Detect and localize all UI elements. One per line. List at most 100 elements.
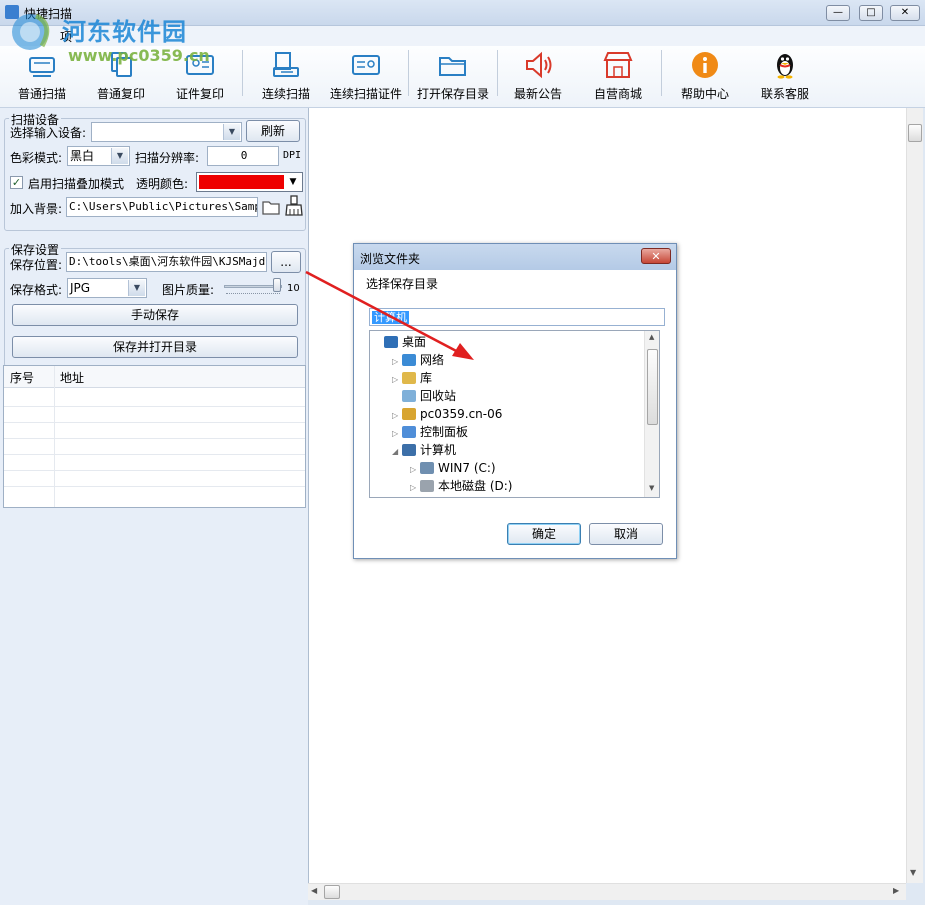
device-select[interactable]: ▼ xyxy=(91,122,242,142)
continuous-scan-icon xyxy=(273,52,299,77)
browse-save-location-button[interactable]: ... xyxy=(271,251,301,273)
selected-folder-input[interactable]: 计算机 xyxy=(369,308,665,326)
column-header-index[interactable]: 序号 xyxy=(10,369,34,386)
device-label: 选择输入设备: xyxy=(10,126,87,140)
browse-folder-icon[interactable] xyxy=(261,197,281,217)
color-mode-label: 色彩模式: xyxy=(10,151,63,165)
dialog-title: 浏览文件夹 xyxy=(360,252,421,266)
column-header-address[interactable]: 地址 xyxy=(60,369,84,386)
resolution-input[interactable]: 0 xyxy=(207,146,279,166)
quality-slider[interactable] xyxy=(224,278,284,298)
toolbar-label: 证件复印 xyxy=(175,87,224,101)
horizontal-scrollbar[interactable]: ◀ ▶ xyxy=(308,883,906,900)
file-table: 序号 地址 xyxy=(3,365,306,508)
save-format-label: 保存格式: xyxy=(10,283,63,297)
overlay-checkbox[interactable]: ✓ xyxy=(10,176,23,189)
folder-tree-item[interactable]: 桌面 xyxy=(372,333,642,351)
cancel-button[interactable]: 取消 xyxy=(589,523,663,545)
browse-folder-dialog: 浏览文件夹 ✕ 选择保存目录 计算机 桌面 ▷ 网络 ▷ 库回收站 ▷ pc0359.cn-… xyxy=(353,243,677,559)
save-and-open-button[interactable]: 保存并打开目录 xyxy=(12,336,298,358)
scroll-thumb[interactable] xyxy=(324,885,340,899)
folder-tree-rows: 桌面 ▷ 网络 ▷ 库回收站 ▷ pc0359.cn-06 ▷ 控制面板 ◢ 计算机 ▷ WIN7 (C… xyxy=(372,333,642,495)
ok-button[interactable]: 确定 xyxy=(507,523,581,545)
folder-tree-item[interactable]: ▷ WIN7 (C:) xyxy=(372,459,642,477)
save-format-select[interactable]: JPG ▼ xyxy=(67,278,147,298)
slider-ticks xyxy=(226,293,280,296)
transparent-color-picker[interactable]: ▼ xyxy=(196,172,303,192)
recycle-bin-icon xyxy=(402,390,416,402)
toolbar-separator xyxy=(497,50,498,96)
save-location-input[interactable]: D:\tools\桌面\河东软件园\KJSMajdj xyxy=(66,252,267,272)
vertical-scrollbar[interactable]: ▼ xyxy=(906,108,923,883)
table-header xyxy=(4,366,305,388)
toolbar-separator xyxy=(661,50,662,96)
background-label: 加入背景: xyxy=(10,202,63,216)
folder-tree-label: 本地磁盘 (D:) xyxy=(438,479,513,493)
scroll-down-arrow-icon[interactable]: ▼ xyxy=(910,868,916,877)
transparent-color-label: 透明颜色: xyxy=(136,177,189,191)
table-row xyxy=(4,406,305,407)
folder-tree-item[interactable]: ▷ 库 xyxy=(372,369,642,387)
scroll-left-arrow-icon[interactable]: ◀ xyxy=(311,886,317,895)
toolbar-button-store[interactable]: 自营商城 xyxy=(588,50,648,106)
folder-tree-label: 库 xyxy=(420,371,433,385)
expand-arrow-icon[interactable]: ▷ xyxy=(410,479,420,497)
slider-thumb[interactable] xyxy=(273,278,281,292)
maximize-button[interactable]: □ xyxy=(859,5,883,21)
toolbar-label: 最新公告 xyxy=(513,87,562,101)
background-path-input[interactable]: C:\Users\Public\Pictures\Sample xyxy=(66,197,258,217)
scroll-thumb[interactable] xyxy=(908,124,922,142)
info-icon xyxy=(692,52,718,78)
save-location-label: 保存位置: xyxy=(10,258,63,272)
table-row xyxy=(4,486,305,487)
refresh-button[interactable]: 刷新 xyxy=(246,120,300,142)
resolution-unit: DPI xyxy=(283,150,302,161)
transparent-color-swatch xyxy=(199,175,284,189)
minimize-button[interactable]: — xyxy=(826,5,850,21)
folder-open-icon xyxy=(439,57,466,76)
folder-tree-item[interactable]: ◢ 计算机 xyxy=(372,441,642,459)
chevron-down-icon: ▼ xyxy=(223,124,240,140)
color-mode-value: 黑白 xyxy=(70,149,95,163)
folder-tree-item[interactable]: ▷ pc0359.cn-06 xyxy=(372,405,642,423)
color-mode-select[interactable]: 黑白 ▼ xyxy=(67,146,130,166)
folder-tree-item[interactable]: 回收站 xyxy=(372,387,642,405)
speaker-icon xyxy=(526,51,552,79)
toolbar-button-continuous-id-scan[interactable]: 连续扫描证件 xyxy=(328,50,404,106)
expand-arrow-icon[interactable]: ◢ xyxy=(392,443,402,461)
folder-tree-label: WIN7 (C:) xyxy=(438,461,496,475)
dialog-close-button[interactable]: ✕ xyxy=(641,248,671,264)
toolbar-button-contact-support[interactable]: 联系客服 xyxy=(755,50,815,106)
scroll-thumb[interactable] xyxy=(647,349,658,425)
selected-folder-text: 计算机 xyxy=(372,311,409,324)
toolbar-label: 普通复印 xyxy=(96,87,145,101)
toolbar-label: 联系客服 xyxy=(760,87,809,101)
continuous-id-scan-icon xyxy=(352,55,380,75)
toolbar-button-help-center[interactable]: 帮助中心 xyxy=(675,50,735,106)
manual-save-button[interactable]: 手动保存 xyxy=(12,304,298,326)
resolution-label: 扫描分辨率: xyxy=(135,151,200,165)
scroll-up-arrow-icon[interactable]: ▲ xyxy=(649,333,654,341)
dialog-title-bar: 浏览文件夹 ✕ xyxy=(354,244,676,270)
toolbar-label: 帮助中心 xyxy=(680,87,729,101)
toolbar-button-continuous-scan[interactable]: 连续扫描 xyxy=(256,50,316,106)
network-icon xyxy=(402,354,416,366)
scroll-down-arrow-icon[interactable]: ▼ xyxy=(649,484,654,492)
folder-tree-item[interactable]: ▷ 控制面板 xyxy=(372,423,642,441)
folder-tree-item[interactable]: ▷ 本地磁盘 (D:) xyxy=(372,477,642,495)
qq-penguin-icon xyxy=(777,54,793,79)
toolbar-button-announcements[interactable]: 最新公告 xyxy=(508,50,568,106)
quality-label: 图片质量: xyxy=(162,283,215,297)
folder-tree[interactable]: 桌面 ▷ 网络 ▷ 库回收站 ▷ pc0359.cn-06 ▷ 控制面板 ◢ 计算机 ▷ WIN7 (C… xyxy=(369,330,660,498)
folder-tree-item[interactable]: ▷ 网络 xyxy=(372,351,642,369)
toolbar-button-open-save-folder[interactable]: 打开保存目录 xyxy=(414,50,492,106)
local-disk-icon xyxy=(420,480,434,492)
clear-brush-icon[interactable] xyxy=(284,195,304,217)
tree-vertical-scrollbar[interactable]: ▲ ▼ xyxy=(644,331,659,497)
control-panel-icon xyxy=(402,426,416,438)
close-window-button[interactable]: ✕ xyxy=(890,5,920,21)
watermark-url: www.pc0359.cn xyxy=(68,46,210,65)
folder-tree-label: 桌面 xyxy=(402,335,427,349)
scroll-right-arrow-icon[interactable]: ▶ xyxy=(893,886,899,895)
toolbar-button-normal-scan[interactable]: 普通扫描 xyxy=(12,50,72,106)
